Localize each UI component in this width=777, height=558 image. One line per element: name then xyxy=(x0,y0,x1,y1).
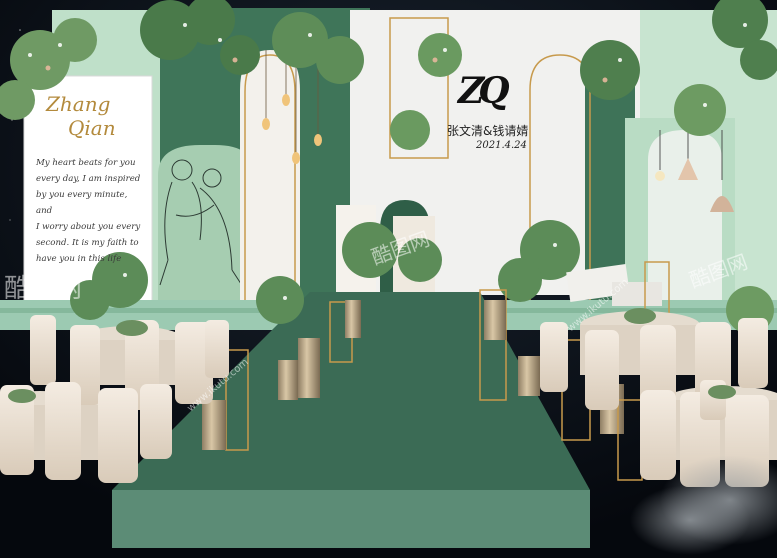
sign-line: I worry about you every xyxy=(36,222,141,232)
sign-line: every day, I am inspired xyxy=(36,174,141,184)
sign-title-line2: Qian xyxy=(68,116,116,140)
sign-line: My heart beats for you xyxy=(36,158,136,168)
sign-line: by you every minute, and xyxy=(36,190,128,216)
runway-front-face xyxy=(112,490,590,548)
sign-line: second. It is my faith to xyxy=(36,238,139,248)
sign-line: have you in this life xyxy=(36,254,122,264)
couple-names: 张文清&钱请婧 xyxy=(447,124,529,138)
white-arch-left xyxy=(240,50,300,300)
scene-illustration xyxy=(0,0,777,558)
sign-body: My heart beats for you every day, I am i… xyxy=(36,155,146,267)
watermark: 酷图网 xyxy=(4,274,83,304)
sign-title-line1: Zhang xyxy=(46,92,111,116)
wedding-stage-scene: Zhang Qian My heart beats for you every … xyxy=(0,0,777,558)
wedding-date: 2021.4.24 xyxy=(476,140,527,151)
sign-title: Zhang Qian xyxy=(46,92,116,140)
couple-monogram: ZQ xyxy=(458,70,510,112)
